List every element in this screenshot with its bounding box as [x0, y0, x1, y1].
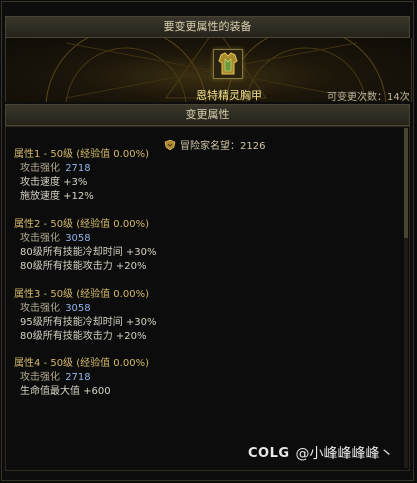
attribute-detail-line: 攻击速度 +3% — [20, 177, 88, 188]
colg-logo: COLG — [248, 445, 290, 461]
change-attribute-header: 变更属性 — [5, 104, 410, 126]
attribute-option-4[interactable]: 属性4 - 50级 (经验值 0.00%) 攻击强化 2718 生命值最大值 +… — [14, 357, 149, 399]
attack-enhance-value: 3058 — [65, 303, 91, 314]
attack-enhance-label: 攻击强化 — [20, 233, 60, 244]
attribute-detail-line: 80级所有技能攻击力 +20% — [20, 261, 147, 272]
attribute-option-1[interactable]: 属性1 - 50级 (经验值 0.00%) 攻击强化 2718 攻击速度 +3%… — [14, 148, 149, 204]
attack-enhance-line: 攻击强化 3058 — [14, 302, 157, 316]
attribute-list-scrollbar[interactable] — [404, 128, 408, 468]
equipment-slot[interactable] — [213, 49, 243, 79]
equipment-section-title: 要变更属性的装备 — [163, 20, 252, 33]
attribute-title: 属性4 - 50级 (经验值 0.00%) — [14, 358, 149, 369]
adventurer-reputation: 冒险家名望：2126 — [164, 137, 265, 152]
equipment-panel: 恩特精灵胸甲 可变更次数：14次 — [5, 38, 412, 102]
reputation-crest-icon — [164, 139, 176, 150]
attribute-detail-line: 95级所有技能冷却时间 +30% — [20, 317, 157, 328]
attribute-title: 属性1 - 50级 (经验值 0.00%) — [14, 149, 149, 160]
attack-enhance-label: 攻击强化 — [20, 303, 60, 314]
equipment-name: 恩特精灵胸甲 — [196, 89, 262, 102]
equipment-section-header: 要变更属性的装备 — [5, 16, 410, 38]
attribute-detail-line: 80级所有技能冷却时间 +30% — [20, 247, 157, 258]
attack-enhance-label: 攻击强化 — [20, 372, 60, 383]
attribute-option-3[interactable]: 属性3 - 50级 (经验值 0.00%) 攻击强化 3058 95级所有技能冷… — [14, 288, 157, 344]
attribute-detail-line: 生命值最大值 +600 — [20, 386, 111, 397]
attack-enhance-value: 2718 — [65, 163, 91, 174]
attack-enhance-line: 攻击强化 3058 — [14, 232, 157, 246]
reputation-text: 冒险家名望：2126 — [180, 141, 266, 152]
attack-enhance-value: 2718 — [65, 372, 91, 383]
attribute-title: 属性3 - 50级 (经验值 0.00%) — [14, 289, 149, 300]
scrollbar-thumb[interactable] — [404, 128, 408, 238]
attack-enhance-label: 攻击强化 — [20, 163, 60, 174]
change-count-label: 可变更次数：14次 — [327, 92, 410, 102]
attribute-detail-line: 80级所有技能攻击力 +20% — [20, 331, 147, 342]
chest-armor-icon — [214, 50, 242, 78]
attribute-title: 属性2 - 50级 (经验值 0.00%) — [14, 219, 149, 230]
attribute-option-2[interactable]: 属性2 - 50级 (经验值 0.00%) 攻击强化 3058 80级所有技能冷… — [14, 218, 157, 274]
attack-enhance-line: 攻击强化 2718 — [14, 162, 149, 176]
watermark: COLG @小峰峰峰峰丶 — [248, 443, 394, 463]
attack-enhance-line: 攻击强化 2718 — [14, 371, 149, 385]
change-attribute-title: 变更属性 — [185, 108, 230, 121]
watermark-user: @小峰峰峰峰丶 — [295, 446, 394, 462]
attack-enhance-value: 3058 — [65, 233, 91, 244]
attribute-detail-line: 施放速度 +12% — [20, 191, 94, 202]
